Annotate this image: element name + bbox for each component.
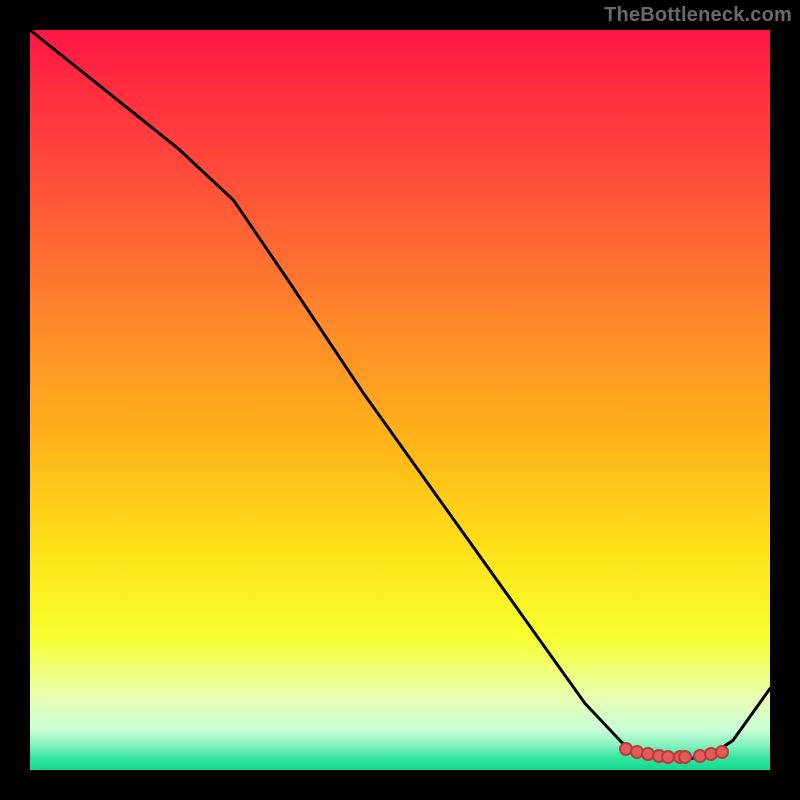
chart-stage: TheBottleneck.com: [0, 0, 800, 800]
plot-background: [30, 30, 770, 770]
watermark-text: TheBottleneck.com: [604, 4, 792, 27]
chart-plot: [30, 30, 770, 770]
